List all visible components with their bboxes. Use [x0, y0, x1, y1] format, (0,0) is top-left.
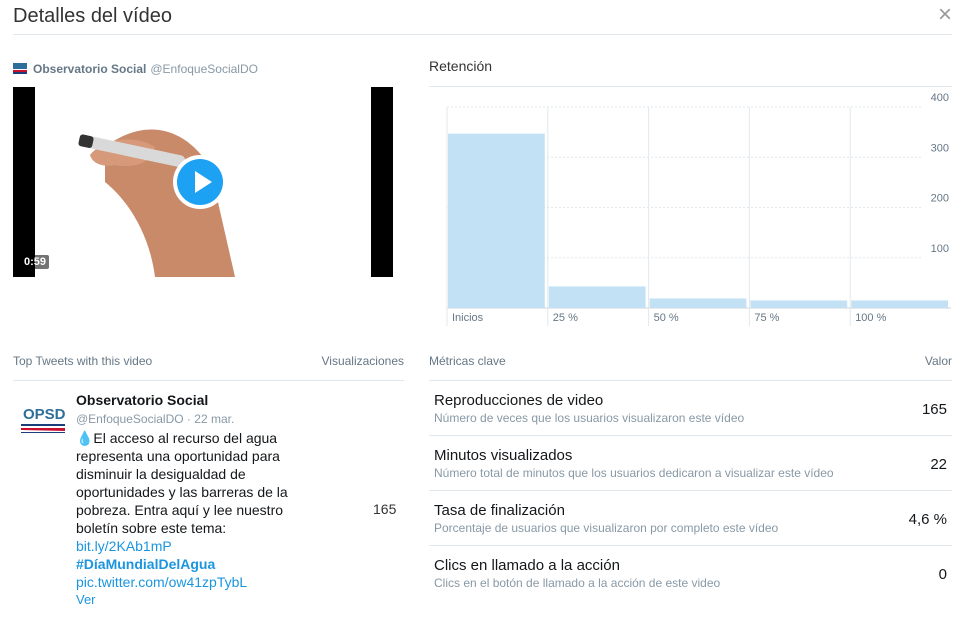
metric-name: Reproducciones de video	[434, 392, 604, 409]
tweets-header: Top Tweets with this video Visualizacion…	[13, 354, 404, 368]
play-button[interactable]	[173, 155, 227, 209]
retention-bar	[750, 300, 848, 308]
tweets-divider	[13, 380, 404, 381]
metric-row: Tasa de finalización Porcentaje de usuar…	[429, 491, 952, 546]
y-tick-label: 200	[931, 193, 949, 205]
x-tick-label: 100 %	[855, 312, 886, 324]
retention-bar	[851, 300, 948, 308]
avatar[interactable]: OPSD	[21, 402, 69, 438]
y-tick-label: 100	[931, 243, 949, 255]
metric-name: Tasa de finalización	[434, 502, 565, 519]
video-author-handle[interactable]: @EnfoqueSocialDO	[150, 62, 258, 76]
metric-description: Número total de minutos que los usuarios…	[434, 466, 834, 480]
tweet-date[interactable]: 22 mar.	[194, 412, 234, 426]
retention-bar	[649, 298, 747, 308]
modal-title: Detalles del vídeo	[13, 5, 172, 27]
video-duration: 0:59	[21, 255, 50, 269]
metric-row: Reproducciones de video Número de veces …	[429, 381, 952, 436]
metric-description: Clics en el botón de llamado a la acción…	[434, 576, 721, 590]
tweet-text-block: 💧El acceso al recurso del agua represent…	[76, 429, 291, 609]
metric-row: Clics en llamado a la acción Clics en el…	[429, 546, 952, 601]
play-icon	[177, 159, 223, 205]
y-tick-label: 300	[931, 142, 949, 154]
tweet-body: Observatorio Social @EnfoqueSocialDO · 2…	[76, 392, 291, 609]
metric-description: Número de veces que los usuarios visuali…	[434, 411, 745, 425]
metric-value: 22	[930, 456, 947, 473]
x-tick-label: 50 %	[654, 312, 679, 324]
tweet-views-count: 165	[373, 501, 397, 517]
metric-value: 0	[938, 566, 947, 583]
retention-bar	[548, 286, 646, 308]
retention-chart: 100 200 300 400 Inicios 25 % 50 % 75 % 100 %	[446, 92, 951, 326]
close-button[interactable]: ×	[938, 2, 952, 28]
metrics-header-label: Métricas clave	[429, 354, 506, 368]
metric-value: 165	[921, 401, 947, 418]
video-player[interactable]: 0:59	[13, 87, 393, 277]
author-logo-icon	[13, 63, 27, 75]
metrics-header: Métricas clave Valor	[429, 354, 952, 368]
tweets-header-label: Top Tweets with this video	[13, 354, 153, 368]
y-tick-label: 400	[931, 92, 949, 104]
title-divider	[13, 34, 952, 35]
tweet-pic-link[interactable]: pic.twitter.com/ow41zpTybL	[76, 573, 291, 591]
tweet-hashtag[interactable]: #DíaMundialDelAgua	[76, 555, 291, 573]
tweet-author-handle[interactable]: @EnfoqueSocialDO	[76, 412, 184, 426]
retention-title: Retención	[429, 58, 493, 74]
metric-value: 4,6 %	[908, 511, 947, 528]
views-header: Visualizaciones	[321, 354, 405, 368]
x-tick-label: 75 %	[754, 312, 779, 324]
tweet-author-name[interactable]: Observatorio Social	[76, 392, 291, 408]
metric-description: Porcentaje de usuarios que visualizaron …	[434, 521, 779, 535]
retention-bar	[448, 133, 545, 308]
tweet-view-more-link[interactable]: Ver	[76, 591, 291, 609]
video-author: Observatorio Social @EnfoqueSocialDO	[13, 62, 258, 76]
metric-name: Clics en llamado a la acción	[434, 557, 620, 574]
x-tick-label: 25 %	[553, 312, 578, 324]
metric-name: Minutos visualizados	[434, 447, 573, 464]
metric-row: Minutos visualizados Número total de min…	[429, 436, 952, 491]
value-header: Valor	[924, 354, 952, 368]
x-tick-label: Inicios	[452, 312, 484, 324]
tweet-link[interactable]: bit.ly/2KAb1mP	[76, 538, 172, 554]
tweet-meta: @EnfoqueSocialDO · 22 mar.	[76, 412, 291, 426]
video-author-name[interactable]: Observatorio Social	[33, 62, 146, 76]
avatar-logo-text: OPSD	[23, 406, 66, 423]
tweet-text: 💧El acceso al recurso del agua represent…	[76, 430, 288, 536]
